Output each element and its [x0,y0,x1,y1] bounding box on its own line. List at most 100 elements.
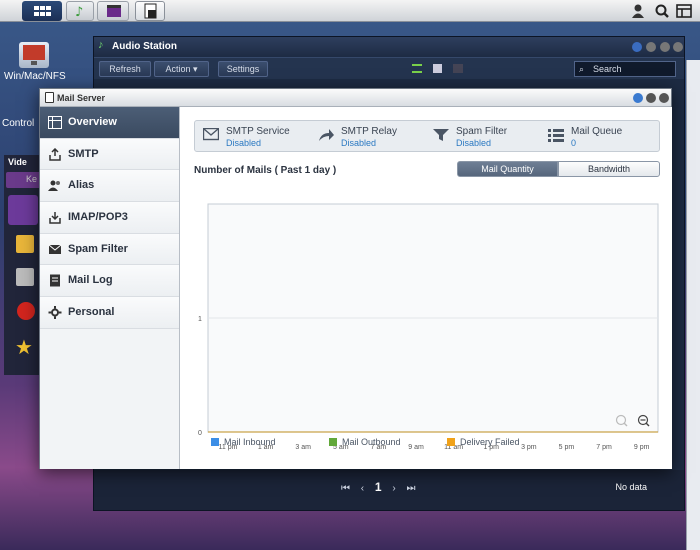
sidebar-item-smtp[interactable]: SMTP [40,138,179,171]
refresh-button[interactable]: Refresh [99,61,151,77]
x-tick-label: 3 am [295,444,311,451]
video-search-input[interactable]: Ke [6,172,42,188]
mail-quantity-chart: 0111 pm 1 am 3 am 5 am 7 am 9 am 11 am 1 pm 3 pm… [198,203,659,451]
legend-label: Mail Outbound [342,437,401,447]
desktop-shortcut-label: Control [2,118,35,129]
legend-swatch [329,438,337,446]
x-tick-label: 9 pm [634,444,650,451]
sidebar-item-label: SMTP [68,147,99,160]
mail-server-icon[interactable] [135,1,165,21]
sidebar-item-mail-log[interactable]: Mail Log [40,265,179,298]
sidebar-item-label: IMAP/POP3 [68,211,128,224]
page-number: 1 [374,480,382,494]
legend-swatch [447,438,455,446]
sidebar-item-label: Overview [68,116,117,128]
status-value: Disabled [341,138,377,148]
audio-footer: ⏮ ‹ 1 › ⏭ No data [94,470,684,510]
close-icon[interactable] [659,93,669,103]
first-page-icon[interactable]: ⏮ [341,483,350,494]
legend-mail-inbound: Mail Inbound [211,437,276,447]
grid-view-icon[interactable] [433,64,442,73]
x-tick-label: 3 pm [521,444,537,451]
legend-label: Delivery Failed [460,437,520,447]
tab-mail-quantity[interactable]: Mail Quantity [457,161,558,177]
minimize-icon[interactable] [646,42,656,52]
sidebar-item-imap-pop3[interactable]: IMAP/POP3 [40,202,179,234]
search-placeholder: Search [593,64,622,74]
filter-icon [433,128,449,145]
status-smtp-service: SMTP Service Disabled [195,121,310,151]
next-page-icon[interactable]: › [392,483,395,494]
sidebar-item-alias[interactable]: Alias [40,170,179,203]
legend-swatch [211,438,219,446]
spam-filter-icon [48,243,62,256]
mail-server-titlebar: Mail Server [40,89,671,107]
legend-delivery-failed: Delivery Failed [447,437,520,447]
music-note-icon: ♪ [98,39,104,51]
x-tick-label: 9 am [408,444,424,451]
action-label: Action [165,64,191,74]
mail-server-sidebar: Overview SMTP Alias IMAP/POP3 Spam Filte… [40,107,180,469]
maximize-icon[interactable] [660,42,670,52]
record-icon[interactable] [17,302,35,320]
chart-heading: Number of Mails ( Past 1 day ) [194,165,337,176]
last-page-icon[interactable]: ⏭ [407,483,416,494]
status-spam-filter: Spam Filter Disabled [425,121,540,151]
overview-panel: SMTP Service Disabled SMTP Relay Disable… [180,107,672,469]
mail-server-app-icon [45,92,54,103]
help-icon[interactable] [632,42,642,52]
cover-view-icon[interactable] [453,64,463,73]
tv-icon[interactable] [16,235,34,253]
close-icon[interactable] [673,42,683,52]
smtp-icon [48,147,62,161]
desktop-shortcut-winmac[interactable]: Win/Mac/NFS [4,42,66,82]
widgets-icon[interactable] [676,3,692,19]
relay-icon [318,128,334,145]
tab-bandwidth[interactable]: Bandwidth [558,161,660,177]
imap-icon [48,211,62,224]
camera-icon[interactable] [16,268,34,286]
sidebar-item-label: Spam Filter [68,242,128,255]
alias-icon [48,179,62,192]
mail-icon [202,127,220,144]
status-title: Spam Filter [456,126,508,137]
svg-text:♪: ♪ [75,5,83,20]
mail-log-icon [48,274,62,287]
video-search-text: Ke [26,174,38,184]
desktop-shortcut-control[interactable]: Control [2,118,42,129]
search-icon[interactable] [654,3,670,19]
audio-station-titlebar: ♪ Audio Station [94,37,684,57]
sidebar-item-personal[interactable]: Personal [40,297,179,329]
prev-page-icon[interactable]: ‹ [361,483,364,494]
status-smtp-relay: SMTP Relay Disabled [310,121,425,151]
audio-station-icon[interactable]: ♪ [66,1,94,21]
video-station-icon[interactable] [97,1,129,21]
audio-toolbar: Refresh Action ▾ Settings ⌕ Search [94,57,684,79]
user-icon[interactable] [630,3,646,19]
audio-station-title: Audio Station [112,41,177,52]
sidebar-item-spam-filter[interactable]: Spam Filter [40,233,179,266]
list-view-icon[interactable] [412,64,422,73]
legend-mail-outbound: Mail Outbound [329,437,401,447]
x-tick-label: 7 pm [596,444,612,451]
status-value: Disabled [456,138,492,148]
video-station-window: Vide Ke ★ [4,155,44,375]
movie-icon[interactable] [8,195,38,225]
desktop-shortcut-label: Win/Mac/NFS [4,71,66,82]
help-icon[interactable] [633,93,643,103]
action-button[interactable]: Action ▾ [154,61,209,77]
status-title: SMTP Relay [341,126,397,137]
star-icon[interactable]: ★ [15,335,33,360]
settings-button[interactable]: Settings [218,61,268,77]
minimize-icon[interactable] [646,93,656,103]
y-tick-label: 1 [198,316,202,323]
search-input[interactable]: ⌕ Search [574,61,676,77]
video-station-title: Vide [8,157,27,167]
main-menu-icon[interactable] [22,1,62,21]
sidebar-item-label: Personal [68,306,115,319]
sidebar-item-overview[interactable]: Overview [40,107,179,139]
x-tick-label: 5 pm [559,444,575,451]
taskbar: ♪ [0,0,700,22]
mail-server-title: Mail Server [57,93,106,103]
background-window-edge [686,60,700,550]
